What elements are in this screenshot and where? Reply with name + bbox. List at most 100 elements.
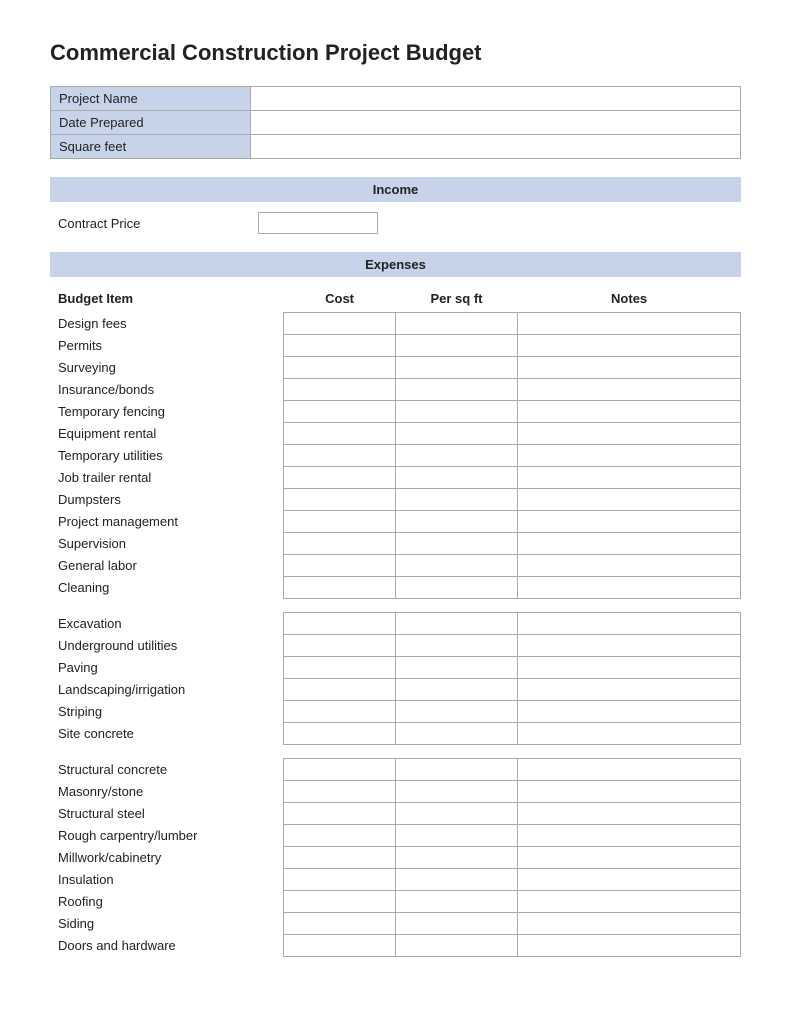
table-row: Rough carpentry/lumber [50, 825, 741, 847]
notes-cell[interactable] [518, 511, 741, 533]
notes-cell[interactable] [518, 489, 741, 511]
persqft-cell[interactable] [395, 357, 518, 379]
cost-cell[interactable] [284, 401, 395, 423]
cost-cell[interactable] [284, 577, 395, 599]
cost-cell[interactable] [284, 913, 395, 935]
cost-cell[interactable] [284, 533, 395, 555]
date-prepared-value[interactable] [251, 111, 741, 135]
notes-cell[interactable] [518, 869, 741, 891]
persqft-cell[interactable] [395, 701, 518, 723]
notes-cell[interactable] [518, 657, 741, 679]
cost-cell[interactable] [284, 313, 395, 335]
cost-cell[interactable] [284, 489, 395, 511]
notes-cell[interactable] [518, 679, 741, 701]
cost-cell[interactable] [284, 423, 395, 445]
persqft-cell[interactable] [395, 401, 518, 423]
notes-cell[interactable] [518, 423, 741, 445]
persqft-cell[interactable] [395, 555, 518, 577]
cost-cell[interactable] [284, 803, 395, 825]
persqft-cell[interactable] [395, 533, 518, 555]
notes-cell[interactable] [518, 935, 741, 957]
project-name-label: Project Name [51, 87, 251, 111]
persqft-cell[interactable] [395, 379, 518, 401]
notes-cell[interactable] [518, 825, 741, 847]
table-row: Permits [50, 335, 741, 357]
cost-cell[interactable] [284, 635, 395, 657]
persqft-cell[interactable] [395, 679, 518, 701]
item-label: Insurance/bonds [50, 379, 284, 401]
persqft-cell[interactable] [395, 847, 518, 869]
persqft-cell[interactable] [395, 445, 518, 467]
cost-cell[interactable] [284, 467, 395, 489]
item-label: Masonry/stone [50, 781, 284, 803]
persqft-cell[interactable] [395, 313, 518, 335]
notes-cell[interactable] [518, 313, 741, 335]
notes-cell[interactable] [518, 445, 741, 467]
persqft-cell[interactable] [395, 489, 518, 511]
persqft-cell[interactable] [395, 613, 518, 635]
square-feet-value[interactable] [251, 135, 741, 159]
notes-cell[interactable] [518, 577, 741, 599]
cost-cell[interactable] [284, 679, 395, 701]
notes-cell[interactable] [518, 847, 741, 869]
contract-price-input[interactable] [258, 212, 378, 234]
project-name-value[interactable] [251, 87, 741, 111]
notes-cell[interactable] [518, 379, 741, 401]
persqft-cell[interactable] [395, 759, 518, 781]
persqft-cell[interactable] [395, 511, 518, 533]
square-feet-label: Square feet [51, 135, 251, 159]
cost-cell[interactable] [284, 781, 395, 803]
cost-cell[interactable] [284, 445, 395, 467]
notes-cell[interactable] [518, 701, 741, 723]
persqft-cell[interactable] [395, 935, 518, 957]
cost-cell[interactable] [284, 657, 395, 679]
notes-cell[interactable] [518, 723, 741, 745]
cost-cell[interactable] [284, 555, 395, 577]
cost-cell[interactable] [284, 869, 395, 891]
cost-cell[interactable] [284, 891, 395, 913]
date-prepared-row: Date Prepared [51, 111, 741, 135]
notes-cell[interactable] [518, 635, 741, 657]
cost-cell[interactable] [284, 759, 395, 781]
cost-cell[interactable] [284, 357, 395, 379]
notes-cell[interactable] [518, 467, 741, 489]
persqft-cell[interactable] [395, 723, 518, 745]
cost-cell[interactable] [284, 335, 395, 357]
notes-cell[interactable] [518, 913, 741, 935]
notes-cell[interactable] [518, 533, 741, 555]
persqft-cell[interactable] [395, 657, 518, 679]
notes-cell[interactable] [518, 555, 741, 577]
cost-cell[interactable] [284, 723, 395, 745]
persqft-cell[interactable] [395, 781, 518, 803]
notes-cell[interactable] [518, 781, 741, 803]
table-row: Insulation [50, 869, 741, 891]
persqft-cell[interactable] [395, 423, 518, 445]
notes-cell[interactable] [518, 335, 741, 357]
cost-cell[interactable] [284, 701, 395, 723]
persqft-cell[interactable] [395, 635, 518, 657]
notes-cell[interactable] [518, 759, 741, 781]
item-label: Insulation [50, 869, 284, 891]
cost-cell[interactable] [284, 511, 395, 533]
notes-cell[interactable] [518, 401, 741, 423]
notes-cell[interactable] [518, 891, 741, 913]
cost-cell[interactable] [284, 613, 395, 635]
notes-cell[interactable] [518, 803, 741, 825]
date-prepared-label: Date Prepared [51, 111, 251, 135]
cost-cell[interactable] [284, 935, 395, 957]
item-label: Project management [50, 511, 284, 533]
item-label: Site concrete [50, 723, 284, 745]
cost-cell[interactable] [284, 825, 395, 847]
persqft-cell[interactable] [395, 803, 518, 825]
persqft-cell[interactable] [395, 335, 518, 357]
notes-cell[interactable] [518, 357, 741, 379]
cost-cell[interactable] [284, 379, 395, 401]
cost-cell[interactable] [284, 847, 395, 869]
persqft-cell[interactable] [395, 467, 518, 489]
persqft-cell[interactable] [395, 825, 518, 847]
persqft-cell[interactable] [395, 913, 518, 935]
persqft-cell[interactable] [395, 869, 518, 891]
notes-cell[interactable] [518, 613, 741, 635]
persqft-cell[interactable] [395, 891, 518, 913]
persqft-cell[interactable] [395, 577, 518, 599]
